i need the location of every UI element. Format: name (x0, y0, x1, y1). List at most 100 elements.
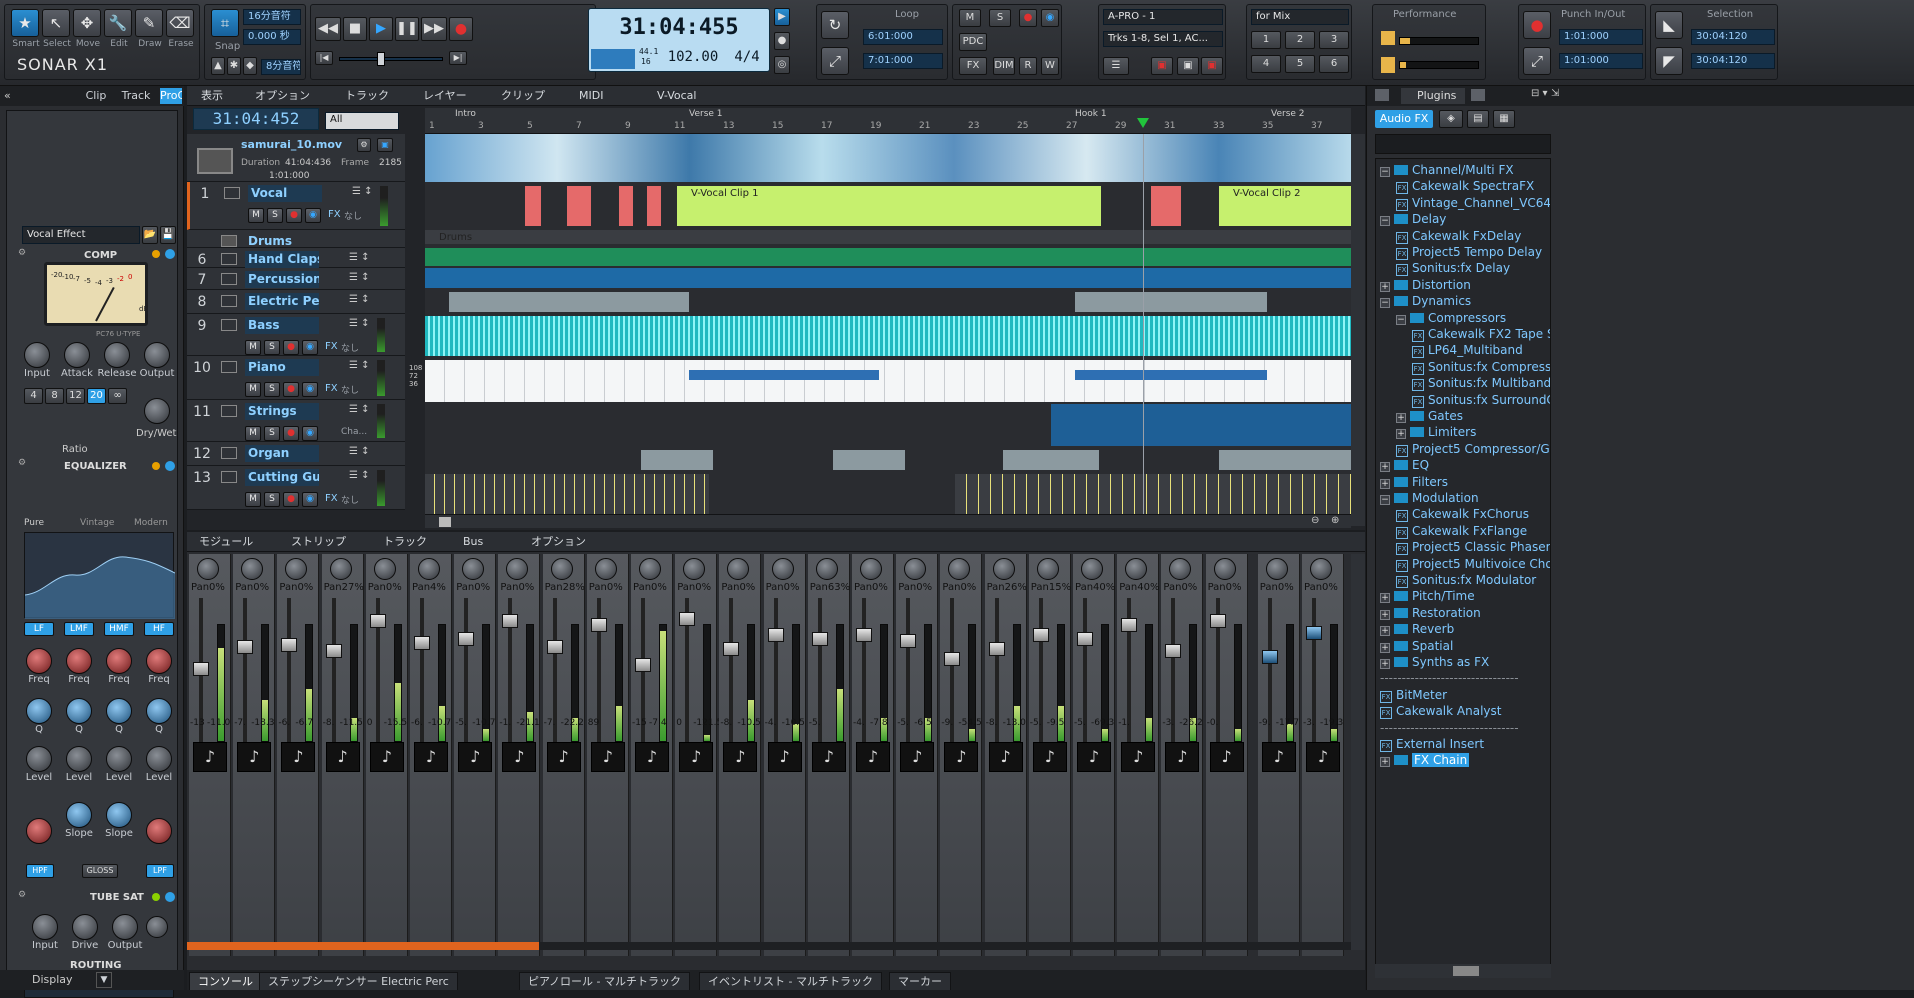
console-menu-item[interactable]: Bus (457, 532, 489, 552)
go-to-end-button[interactable]: ▶| (449, 51, 467, 65)
track-mute-button[interactable]: M (245, 492, 261, 507)
snap-mode-button-1[interactable]: ▲ (211, 57, 225, 75)
track-menu-icon[interactable]: ☰ ↕ (349, 360, 370, 371)
volume-value[interactable]: -3. (1162, 718, 1174, 728)
tree-plugin[interactable]: FX LP64_Multiband (1412, 343, 1523, 359)
record-mode-button[interactable]: ● (774, 32, 790, 50)
snap-resolution-select[interactable]: 16分音符 (243, 9, 301, 25)
pan-knob[interactable] (948, 558, 971, 580)
marker-verse-1[interactable]: Verse 1 (689, 109, 723, 119)
console-strip[interactable]: Pan0% -1. -21.1 ♪ (498, 554, 541, 956)
trackview-menu-item[interactable]: レイヤー (417, 86, 473, 106)
volume-value[interactable]: -0. (1207, 718, 1219, 728)
solo-all-button[interactable]: S (989, 9, 1011, 27)
track-name-field[interactable]: Piano (245, 359, 319, 376)
bass-icon[interactable]: ♪ (546, 742, 581, 772)
tree-plugin[interactable]: FX Cakewalk SpectraFX (1396, 179, 1534, 195)
pan-knob[interactable] (506, 558, 529, 580)
track-input-select[interactable]: Cha... (341, 427, 371, 437)
comp-enable-button[interactable] (165, 249, 175, 259)
volume-fader[interactable] (281, 638, 298, 652)
pan-knob[interactable] (639, 558, 661, 580)
selection-end-field[interactable]: 30:04:120 (1691, 53, 1775, 69)
metronome-icon[interactable]: ♪ (1306, 742, 1340, 772)
eq-band-hmf-button[interactable]: HMF (104, 622, 134, 636)
hpf-button[interactable]: HPF (26, 864, 54, 878)
drum-icon[interactable]: ♪ (281, 742, 316, 772)
read-automation-button[interactable]: R (1019, 57, 1037, 75)
tree-plugin[interactable]: FX Project5 Multivoice Chorus/I (1396, 557, 1550, 573)
fast-forward-button[interactable]: ▶▶ (421, 17, 447, 41)
multidock-tab[interactable]: マーカー (889, 972, 951, 990)
console-menu-item[interactable]: ストリップ (285, 532, 352, 552)
volume-fader[interactable] (1209, 614, 1226, 628)
volume-value[interactable]: -9. (941, 718, 953, 728)
guitar-icon[interactable]: ♪ (723, 742, 758, 772)
pan-knob[interactable] (1081, 558, 1103, 580)
console-strip[interactable]: Pan0% -4. -7.8 ♪ (852, 554, 894, 956)
tree-plugin[interactable]: FX Sonitus:fx Multiband (1412, 376, 1550, 392)
inspector-collapse-icon[interactable]: « (4, 89, 11, 102)
tree-plugin[interactable]: FX Cakewalk Analyst (1380, 704, 1501, 720)
browser-menu-icon[interactable]: ⊟ ▾ (1531, 88, 1548, 99)
track-arm-button[interactable]: ● (283, 382, 299, 397)
zoom-in-icon[interactable]: ⊕ (1331, 515, 1339, 526)
pan-knob[interactable] (727, 558, 750, 580)
console-strip[interactable]: Pan0% -3. -19.3 ♪ (1302, 554, 1344, 956)
browser-scroll-thumb[interactable] (1453, 966, 1479, 976)
volume-fader[interactable] (1032, 628, 1049, 642)
track-header[interactable]: 11 Strings ☰ ↕ M S ● ◉ Cha... (187, 400, 405, 442)
tab-prochannel[interactable]: ProCh (160, 88, 182, 104)
console-strip[interactable]: Pan0% -13 -11.0 ♪ (189, 554, 231, 956)
snap-mode-button-3[interactable]: ◆ (243, 57, 257, 75)
volume-value[interactable]: -4. (853, 718, 865, 728)
tempo-field[interactable]: 102.00 (663, 49, 723, 65)
tree-folder[interactable]: + Restoration (1380, 606, 1481, 622)
track-header[interactable]: 7 Percussion ☰ ↕ (187, 268, 405, 290)
collapse-icon[interactable]: − (1380, 167, 1390, 177)
marker-verse-2[interactable]: Verse 2 (1271, 109, 1305, 119)
volume-fader[interactable] (414, 636, 430, 650)
hpf-freq-knob[interactable] (26, 818, 52, 844)
video-view-button[interactable]: ▣ (377, 138, 393, 152)
console-strip[interactable]: Pan40% -5. -69.3 ♪ (1073, 554, 1115, 956)
comp-release-knob[interactable] (104, 342, 130, 368)
collapse-icon[interactable]: − (1380, 495, 1390, 505)
fx-sort-button[interactable]: ◈ (1439, 110, 1463, 128)
volume-fader[interactable] (237, 640, 254, 654)
comp-input-knob[interactable] (24, 342, 50, 368)
hihat-icon[interactable]: ♪ (325, 742, 360, 772)
volume-fader[interactable] (1077, 632, 1093, 646)
track-header[interactable]: 8 Electric Perc ☰ ↕ (187, 290, 405, 314)
volume-fader[interactable] (635, 658, 651, 672)
tree-plugin[interactable]: FX Sonitus:fx Delay (1396, 261, 1510, 277)
drywet-knob[interactable] (144, 398, 170, 424)
tab-plugins[interactable]: Plugins (1401, 88, 1465, 104)
screenset-button-2[interactable]: 2 (1285, 31, 1315, 49)
track-name-field[interactable]: Hand Claps (245, 251, 319, 268)
vocal-audio-clip[interactable] (567, 186, 591, 226)
tube-enable-button[interactable] (165, 892, 175, 902)
expand-icon[interactable]: + (1380, 626, 1390, 637)
console-strip[interactable]: Pan0% 89 ♪ (586, 554, 629, 956)
tool-erase-button[interactable]: ⌫ (166, 9, 194, 37)
eq-power-icon[interactable]: ⚙ (18, 458, 26, 468)
tree-plugin[interactable]: FX Sonitus:fx SurroundCom (1412, 393, 1550, 409)
claps-icon[interactable]: ♪ (237, 742, 272, 772)
browser-horizontal-scrollbar[interactable] (1375, 964, 1551, 978)
shaker-icon[interactable]: ♪ (414, 742, 448, 772)
track-monitor-button[interactable]: ◉ (302, 340, 318, 355)
speaker-icon[interactable]: ♪ (1261, 742, 1296, 772)
guitar-icon[interactable]: ♪ (900, 742, 935, 772)
volume-fader[interactable] (1121, 618, 1138, 632)
console-menu-item[interactable]: オプション (525, 532, 592, 552)
guitar-icon[interactable]: ♪ (856, 742, 890, 772)
console-strip[interactable]: Pan26% -8. -13.0 ♪ (984, 554, 1027, 956)
track-mute-button[interactable]: M (245, 426, 261, 441)
position-slider-thumb[interactable] (377, 52, 385, 66)
eq-mode-pure[interactable]: Pure (24, 518, 44, 528)
tree-folder[interactable]: + Reverb (1380, 622, 1454, 638)
track-name-field[interactable]: Organ (245, 445, 319, 462)
choir-icon[interactable]: ♪ (1121, 742, 1156, 772)
collapse-icon[interactable]: − (1380, 298, 1390, 309)
